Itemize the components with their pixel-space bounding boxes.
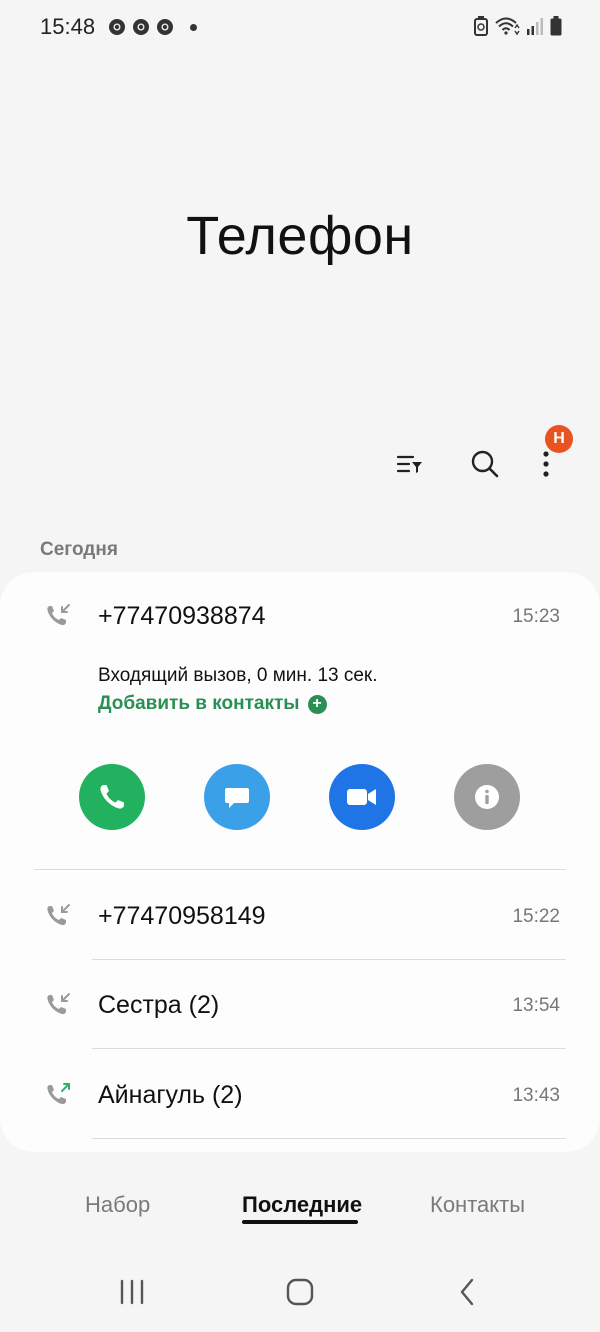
filter-button[interactable] <box>386 440 434 488</box>
signal-icon <box>527 18 543 35</box>
call-log-item[interactable]: +77470958149 15:22 <box>0 870 600 958</box>
navigation-bar <box>0 1262 600 1322</box>
call-icon <box>100 785 124 809</box>
search-button[interactable] <box>461 440 509 488</box>
call-name: +77470958149 <box>98 902 266 930</box>
plus-icon: + <box>307 694 327 714</box>
call-name: Сестра (2) <box>98 991 220 1019</box>
tab-recents[interactable]: Последние <box>242 1192 362 1218</box>
incoming-call-icon <box>47 993 70 1015</box>
system-icons <box>474 16 562 36</box>
battery-icon <box>550 16 562 36</box>
chrome-icon <box>133 19 149 35</box>
call-time: 13:43 <box>512 1085 560 1106</box>
more-vert-icon <box>543 451 549 477</box>
status-bar: 15:48 <box>0 0 600 56</box>
call-log-item[interactable]: +77470938874 15:23 <box>0 572 600 660</box>
call-button[interactable] <box>79 764 145 830</box>
search-icon <box>471 450 499 478</box>
call-name: Айнагуль (2) <box>98 1081 243 1109</box>
tab-contacts[interactable]: Контакты <box>430 1192 525 1218</box>
home-icon <box>286 1278 314 1306</box>
divider <box>92 1048 566 1049</box>
call-time: 15:22 <box>512 906 560 927</box>
add-to-contacts-link[interactable]: Добавить в контакты + <box>98 693 327 715</box>
status-time: 15:48 <box>40 14 96 39</box>
video-call-button[interactable] <box>329 764 395 830</box>
video-call-icon <box>347 789 376 805</box>
notification-badge: Н <box>545 425 573 453</box>
notification-dot <box>190 23 197 31</box>
info-icon <box>475 785 499 809</box>
call-time: 13:54 <box>512 995 560 1016</box>
recents-button[interactable] <box>112 1272 152 1312</box>
filter-icon <box>396 455 422 473</box>
call-log-item[interactable]: Айнагуль (2) 13:43 <box>0 1050 600 1138</box>
battery-saver-icon <box>474 16 488 36</box>
message-icon <box>225 788 249 808</box>
notification-icons <box>108 18 197 36</box>
back-icon <box>460 1278 474 1306</box>
call-details: Входящий вызов, 0 мин. 13 сек. <box>98 665 378 687</box>
divider <box>92 1138 566 1139</box>
back-button[interactable] <box>448 1272 488 1312</box>
incoming-call-icon <box>47 904 70 926</box>
add-to-contacts-label: Добавить в контакты <box>98 693 300 714</box>
call-name: +77470938874 <box>98 602 266 630</box>
details-button[interactable] <box>454 764 520 830</box>
active-tab-indicator <box>242 1220 358 1224</box>
message-button[interactable] <box>204 764 270 830</box>
outgoing-call-icon <box>47 1083 70 1105</box>
toolbar <box>0 440 600 490</box>
incoming-call-icon <box>47 604 70 626</box>
section-label-today: Сегодня <box>40 539 118 560</box>
home-button[interactable] <box>280 1272 320 1312</box>
recents-icon <box>120 1279 144 1305</box>
call-details-text: Входящий вызов, 0 мин. 13 сек. <box>98 665 378 686</box>
call-log-item[interactable]: Сестра (2) 13:54 <box>0 960 600 1048</box>
page-title: Телефон <box>186 206 414 266</box>
chrome-icon <box>157 19 173 35</box>
tab-keypad[interactable]: Набор <box>85 1192 150 1218</box>
wifi-icon <box>495 17 520 36</box>
call-time: 15:23 <box>512 606 560 627</box>
chrome-icon <box>109 19 125 35</box>
